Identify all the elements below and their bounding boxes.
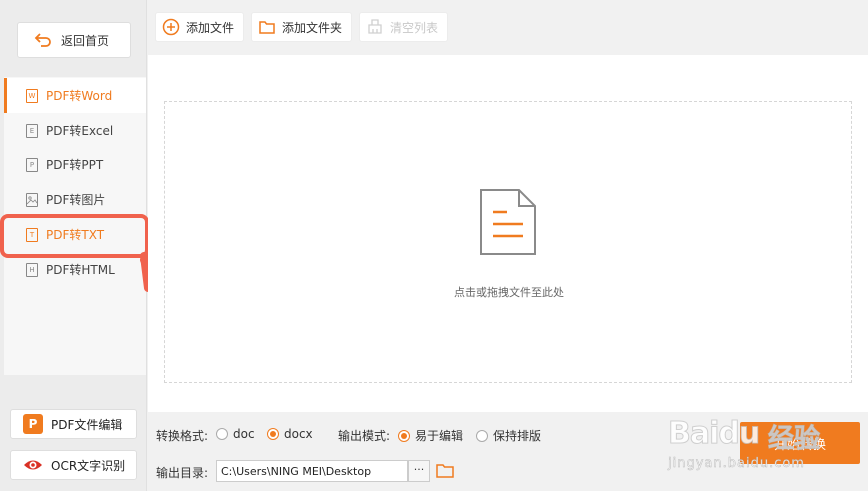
ocr-eye-icon (23, 455, 43, 475)
output-settings: 转换格式: doc docx 输出模式: 易于编辑 保持排版 输出目录: ···… (148, 412, 868, 491)
add-file-label: 添加文件 (186, 20, 235, 35)
excel-doc-icon: E (26, 123, 38, 138)
add-file-button[interactable]: 添加文件 (155, 12, 245, 42)
open-folder-icon[interactable] (435, 462, 455, 480)
nav-item-pdf-to-image[interactable]: PDF转图片 (4, 182, 146, 217)
back-home-button[interactable]: 返回首页 (17, 22, 131, 58)
file-list-area: 点击或拖拽文件至此处 (148, 55, 868, 412)
back-home-label: 返回首页 (61, 33, 110, 48)
pdf-edit-button[interactable]: P PDF文件编辑 (10, 409, 137, 439)
return-arrow-icon (34, 31, 52, 49)
broom-icon (368, 19, 382, 34)
format-label: 转换格式: (156, 429, 209, 443)
word-doc-icon: W (26, 88, 38, 103)
start-convert-button[interactable]: 开始转换 (740, 422, 860, 464)
radio-dot (216, 428, 228, 440)
plus-circle-icon (162, 18, 180, 36)
radio-dot (267, 428, 279, 440)
nav-item-label: PDF转Excel (46, 124, 114, 138)
drop-zone[interactable]: 点击或拖拽文件至此处 (164, 101, 852, 383)
ocr-button[interactable]: OCR文字识别 (10, 450, 137, 480)
pdf-editor-icon: P (23, 414, 43, 434)
pdf-edit-label: PDF文件编辑 (51, 417, 123, 432)
nav-item-label: PDF转PPT (46, 158, 104, 172)
dir-label: 输出目录: (156, 466, 209, 480)
highlight-box (0, 214, 149, 258)
browse-button[interactable]: ··· (408, 460, 430, 482)
html-doc-icon: H (26, 262, 38, 277)
nav-item-label: PDF转Word (46, 89, 113, 103)
mode-label: 输出模式: (338, 429, 391, 443)
radio-label: doc (233, 427, 255, 441)
nav-item-label: PDF转HTML (46, 263, 115, 277)
radio-label: 易于编辑 (415, 429, 464, 443)
ocr-label: OCR文字识别 (51, 458, 126, 473)
radio-dot (398, 429, 410, 442)
add-folder-label: 添加文件夹 (282, 20, 343, 35)
format-doc-radio[interactable]: doc (216, 427, 255, 441)
nav-item-label: PDF转图片 (46, 193, 106, 207)
nav-item-pdf-to-word[interactable]: W PDF转Word (4, 78, 146, 113)
nav-item-pdf-to-excel[interactable]: E PDF转Excel (4, 113, 146, 148)
app-window: 返回首页 W PDF转Word E PDF转Excel P PDF转PPT PD… (0, 0, 868, 491)
document-icon (480, 189, 536, 255)
folder-icon (259, 21, 275, 34)
image-icon (26, 192, 38, 207)
nav-item-pdf-to-ppt[interactable]: P PDF转PPT (4, 147, 146, 182)
radio-label: docx (284, 427, 313, 441)
clear-list-label: 清空列表 (390, 20, 439, 35)
add-folder-button[interactable]: 添加文件夹 (251, 12, 353, 42)
format-docx-radio[interactable]: docx (267, 427, 313, 441)
output-dir-field[interactable] (216, 460, 408, 482)
ppt-doc-icon: P (26, 157, 38, 172)
radio-label: 保持排版 (493, 429, 542, 443)
mode-editable-radio[interactable]: 易于编辑 (398, 427, 463, 444)
mode-layout-radio[interactable]: 保持排版 (476, 427, 541, 444)
drop-hint: 点击或拖拽文件至此处 (454, 286, 564, 299)
radio-dot (476, 429, 488, 442)
clear-list-button[interactable]: 清空列表 (359, 12, 449, 42)
